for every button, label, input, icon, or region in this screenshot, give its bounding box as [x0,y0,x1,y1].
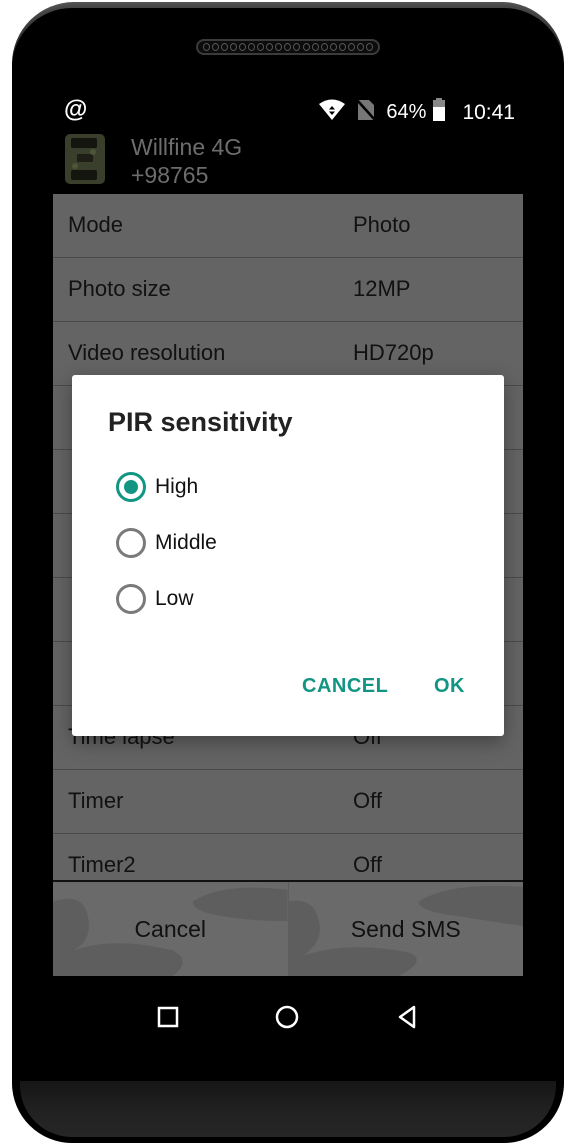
cancel-button-label: Cancel [134,915,207,942]
setting-value: HD720p [353,340,434,365]
radio-label: High [155,475,199,498]
home-button[interactable] [272,1002,302,1032]
setting-row-photo-size[interactable]: Photo size 12MP [53,258,523,322]
setting-value: Photo [353,212,411,237]
setting-value: Off [353,852,382,877]
setting-label: Mode [68,212,124,237]
recents-button[interactable] [153,1002,183,1032]
home-circle-icon [275,1005,299,1029]
bottom-action-bar: Cancel Send SMS [53,880,523,976]
clock: 10:41 [462,100,515,124]
battery-percent: 64% [386,101,427,123]
app-header: Willfine 4G +98765 [53,130,523,192]
setting-label: Photo size [68,276,171,301]
android-nav-bar [53,990,523,1046]
radio-option-high[interactable]: High [116,467,456,507]
send-sms-button[interactable]: Send SMS [287,882,523,976]
radio-unchecked-icon[interactable] [116,584,146,614]
radio-label: Low [155,587,194,610]
setting-label: Timer2 [68,852,136,877]
back-button[interactable] [392,1002,422,1032]
setting-row-timer[interactable]: Timer Off [53,770,523,834]
radio-label: Middle [155,531,217,554]
setting-label: Video resolution [68,340,226,365]
dialog-ok-button[interactable]: OK [434,675,465,698]
dialog-cancel-button[interactable]: CANCEL [302,675,388,698]
setting-value: Off [353,788,382,813]
radio-option-low[interactable]: Low [116,579,456,619]
radio-unchecked-icon[interactable] [116,528,146,558]
device-name: Willfine 4G [131,134,243,160]
cancel-button[interactable]: Cancel [53,882,288,976]
setting-row-mode[interactable]: Mode Photo [53,194,523,258]
status-bar: @ 64% 10:41 [53,96,523,126]
setting-value: 12MP [353,276,411,301]
back-triangle-icon [398,1005,416,1029]
no-sim-icon [356,99,377,126]
device-number: +98765 [131,162,209,188]
send-sms-button-label: Send SMS [350,915,461,942]
at-sign-icon: @ [64,96,88,123]
radio-option-middle[interactable]: Middle [116,523,456,563]
wifi-data-icon [318,99,346,126]
pir-sensitivity-dialog: PIR sensitivity High Middle Low CANCEL O… [72,375,504,736]
dialog-title: PIR sensitivity [108,407,293,437]
setting-label: Timer [68,788,124,813]
recents-square-icon [157,1006,179,1028]
radio-checked-icon[interactable] [116,472,146,502]
trail-camera-icon [63,132,107,186]
setting-row-timer2[interactable]: Timer2 Off [53,834,523,880]
battery-icon [432,98,446,127]
earpiece-speaker [196,39,380,55]
phone-chin [20,1081,556,1137]
